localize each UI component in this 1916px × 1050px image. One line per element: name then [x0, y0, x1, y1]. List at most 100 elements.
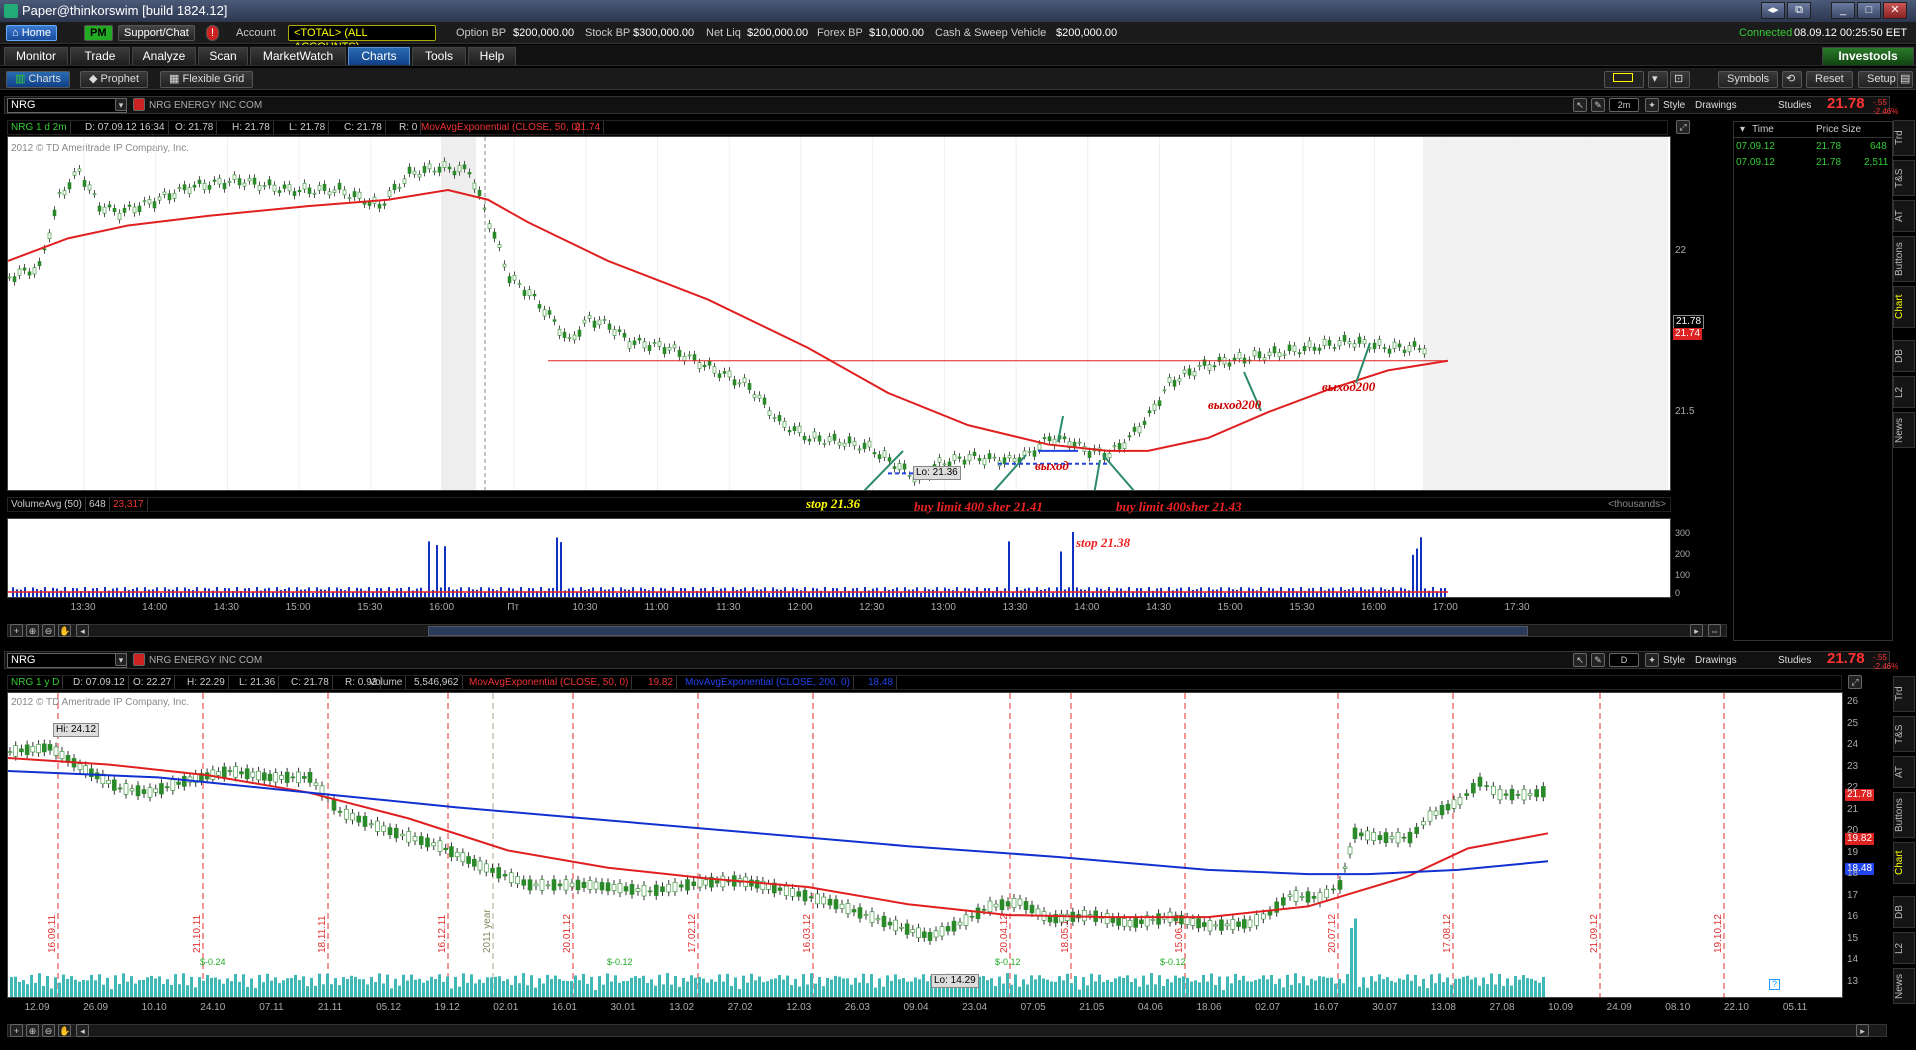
minimize-button[interactable]: _: [1831, 2, 1855, 19]
reset-button[interactable]: Reset: [1806, 71, 1853, 88]
candle-body: [551, 879, 557, 891]
sidetab-db-2[interactable]: DB: [1893, 896, 1915, 928]
layout-button[interactable]: [1604, 71, 1644, 88]
scroll-right-icon[interactable]: ▸: [1856, 1024, 1869, 1037]
info-icon[interactable]: ?: [1769, 979, 1780, 990]
tab-marketwatch[interactable]: MarketWatch: [250, 47, 346, 65]
account-select[interactable]: <TOTAL> (ALL ACCOUNTS): [288, 25, 436, 53]
pm-button[interactable]: PM: [84, 25, 113, 41]
bottom-studies-button[interactable]: Studies: [1778, 653, 1811, 668]
top-symbol-input[interactable]: NRG: [7, 98, 127, 113]
prophet-subtab[interactable]: ◆ Prophet: [80, 71, 149, 88]
top-scroll-thumb[interactable]: [428, 626, 1528, 636]
tab-analyze[interactable]: Analyze: [132, 47, 196, 65]
candle-body: [1477, 776, 1483, 787]
candle-body: [1272, 346, 1277, 354]
crosshair-icon[interactable]: +: [10, 1024, 23, 1037]
dropdown-icon[interactable]: ▾: [1648, 71, 1668, 88]
alert-icon[interactable]: !: [206, 25, 220, 41]
zoom-in-icon[interactable]: ⊕: [26, 1024, 39, 1037]
flexible-grid-subtab[interactable]: ▦ Flexible Grid: [160, 71, 254, 88]
expand-icon[interactable]: ⇔: [1708, 624, 1721, 637]
annotation-arrow: [1102, 454, 1135, 490]
sidetab-ts[interactable]: T&S: [1893, 160, 1915, 196]
volume-bar: [370, 976, 373, 997]
charts-subtab[interactable]: ▥ Charts: [6, 71, 70, 88]
cursor-icon[interactable]: ↖: [1573, 98, 1587, 112]
top-scrollbar[interactable]: + ⊕ ⊖ ✋ ◂ ▸ ⇔: [7, 624, 1727, 637]
sidetab-l2[interactable]: L2: [1893, 376, 1915, 408]
tab-help[interactable]: Help: [468, 47, 516, 65]
sidetab-l2-2[interactable]: L2: [1893, 932, 1915, 964]
tool-icon[interactable]: ✎: [1591, 98, 1605, 112]
pan-icon[interactable]: ✋: [58, 624, 71, 637]
candle-body: [1172, 379, 1177, 387]
sidetab-news-2[interactable]: News: [1893, 968, 1915, 1004]
sidetab-at-2[interactable]: AT: [1893, 756, 1915, 788]
sidetab-buttons-2[interactable]: Buttons: [1893, 792, 1915, 838]
volume-bar: [1070, 983, 1073, 997]
bottom-symbol-input[interactable]: NRG: [7, 653, 127, 668]
tab-charts[interactable]: Charts: [348, 47, 410, 65]
bottom-style-button[interactable]: Style: [1663, 653, 1685, 668]
candle-body: [720, 875, 726, 888]
zoom-in-icon[interactable]: ⊕: [26, 624, 39, 637]
rotate-icon[interactable]: ⟲: [1782, 71, 1802, 88]
top-style-button[interactable]: Style: [1663, 98, 1685, 113]
symbol-dropdown-icon[interactable]: ▾: [115, 653, 127, 666]
sidetab-buttons[interactable]: Buttons: [1893, 236, 1915, 282]
tab-scan[interactable]: Scan: [198, 47, 248, 65]
bottom-maximize-icon[interactable]: ⤢: [1848, 675, 1862, 689]
tab-trade[interactable]: Trade: [70, 47, 130, 65]
sidetab-trd[interactable]: Trd: [1893, 120, 1915, 156]
symbol-dropdown-icon[interactable]: ▾: [115, 98, 127, 111]
crosshair-icon[interactable]: +: [10, 624, 23, 637]
link-group-icon[interactable]: [133, 653, 145, 666]
top-agg-period[interactable]: 2m: [1609, 98, 1639, 112]
candle-body: [147, 199, 152, 205]
bottom-agg-period[interactable]: D: [1609, 653, 1639, 667]
scroll-left-icon[interactable]: ◂: [76, 1024, 89, 1037]
sidetab-chart[interactable]: Chart: [1893, 286, 1915, 328]
style-icon[interactable]: ✦: [1645, 98, 1659, 112]
zoom-out-icon[interactable]: ⊖: [42, 1024, 55, 1037]
close-button[interactable]: ✕: [1883, 2, 1907, 19]
link-group-icon[interactable]: [133, 98, 145, 111]
top-maximize-icon[interactable]: ⤢: [1676, 120, 1690, 134]
support-chat-button[interactable]: Support/Chat: [118, 25, 195, 41]
style-icon[interactable]: ✦: [1645, 653, 1659, 667]
candle-body: [42, 248, 47, 251]
scroll-right-icon[interactable]: ▸: [1690, 624, 1703, 637]
link-icon[interactable]: ⊡: [1670, 71, 1690, 88]
investools-button[interactable]: Investools: [1822, 47, 1914, 65]
top-studies-button[interactable]: Studies: [1778, 98, 1811, 113]
ts-sort-icon[interactable]: ▾: [1740, 122, 1745, 138]
home-button[interactable]: ⌂ Home: [6, 25, 58, 41]
scroll-left-icon[interactable]: ◂: [76, 624, 89, 637]
bottom-drawings-button[interactable]: Drawings: [1695, 653, 1737, 668]
zoom-out-icon[interactable]: ⊖: [42, 624, 55, 637]
symbols-button[interactable]: Symbols: [1718, 71, 1779, 88]
bottom-scrollbar[interactable]: + ⊕ ⊖ ✋ ◂ ▸: [7, 1024, 1887, 1037]
cursor-icon[interactable]: ↖: [1573, 653, 1587, 667]
sidetab-db[interactable]: DB: [1893, 340, 1915, 372]
maximize-button[interactable]: □: [1857, 2, 1881, 19]
sidetab-news[interactable]: News: [1893, 412, 1915, 448]
volume-bar: [1368, 589, 1370, 597]
sidetab-ts-2[interactable]: T&S: [1893, 716, 1915, 752]
volume-bar: [534, 987, 537, 997]
tab-monitor[interactable]: Monitor: [4, 47, 68, 65]
top-drawings-button[interactable]: Drawings: [1695, 98, 1737, 113]
sidetab-chart-2[interactable]: Chart: [1893, 842, 1915, 884]
sidetab-at[interactable]: AT: [1893, 200, 1915, 232]
arrows-icon[interactable]: ◂▸: [1761, 2, 1785, 19]
candle-body: [1277, 352, 1282, 358]
tab-tools[interactable]: Tools: [412, 47, 466, 65]
pan-icon[interactable]: ✋: [58, 1024, 71, 1037]
tool-icon[interactable]: ✎: [1591, 653, 1605, 667]
sidetab-trd-2[interactable]: Trd: [1893, 676, 1915, 712]
grid-menu-icon[interactable]: ▤: [1897, 71, 1913, 88]
detach-icon[interactable]: ⧉: [1787, 2, 1811, 19]
volume-bar: [1376, 592, 1378, 597]
candle-body: [1037, 443, 1042, 451]
